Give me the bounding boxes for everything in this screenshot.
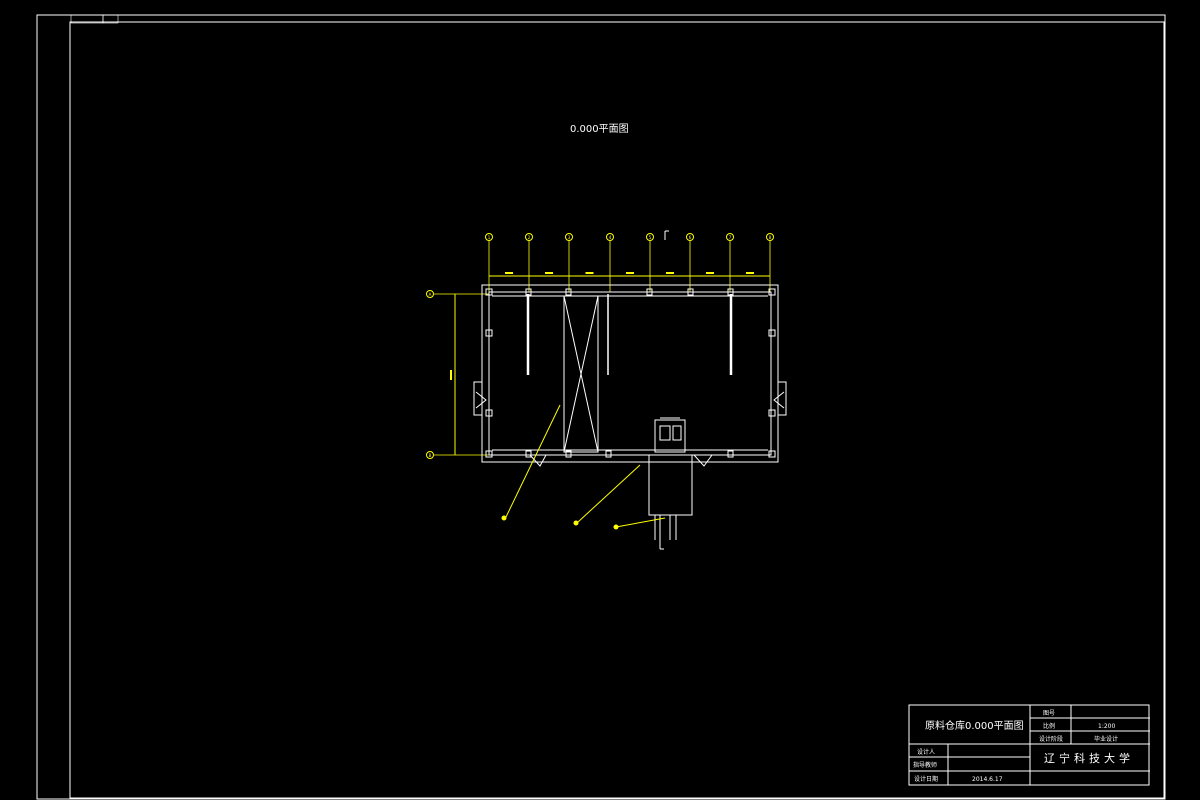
axis-bubble-6: 6 [686, 233, 694, 292]
tb-advisor-label: 指导教师 [913, 761, 937, 769]
tb-drawing-no-label: 图号 [1043, 710, 1055, 717]
axis-bubble-8: 8 [766, 233, 774, 292]
axis-bubble-5: 5 [646, 233, 654, 292]
dimension-text-mark [706, 272, 714, 274]
title-block-text: 原料仓库0.000平面图 图号 比例 1:200 设计阶段 毕业设计 设计人 指… [913, 710, 1134, 783]
row-axis-bubble-2: B [426, 451, 489, 459]
tb-scale-label: 比例 [1043, 722, 1055, 730]
tb-stage: 毕业设计 [1094, 735, 1118, 743]
dimension-text-mark [545, 272, 553, 274]
dimension-text-mark [746, 272, 754, 274]
row-axis-bubble-1: A [426, 290, 489, 298]
axis-bubble-1: 1 [485, 233, 493, 292]
tb-drawing-name: 原料仓库0.000平面图 [925, 719, 1024, 732]
tb-scale: 1:200 [1098, 723, 1115, 730]
axis-label-7: 7 [729, 235, 732, 240]
tb-date: 2014.6.17 [972, 776, 1003, 783]
tb-school: 辽宁科技大学 [1044, 751, 1134, 765]
tb-stage-label: 设计阶段 [1039, 735, 1063, 743]
grid-axes: 1 2 3 4 5 6 7 8 A B [426, 233, 774, 459]
tb-designer-label: 设计人 [917, 748, 935, 756]
tb-date-label: 设计日期 [914, 775, 938, 783]
axis-bubble-2: 2 [525, 233, 533, 292]
dimension-text-mark [505, 272, 513, 274]
axis-label-1: 1 [488, 235, 491, 240]
axis-bubble-3: 3 [565, 233, 573, 292]
dimension-text-mark [626, 272, 634, 274]
axis-label-5: 5 [649, 235, 652, 240]
axis-label-4: 4 [609, 235, 612, 240]
axis-bubble-7: 7 [726, 233, 734, 292]
drawing-title: 0.000平面图 [570, 123, 629, 135]
axis-label-8: 8 [769, 235, 772, 240]
axis-bubble-4: 4 [606, 233, 614, 292]
dimension-text-mark [585, 272, 594, 274]
axis-label-6: 6 [689, 235, 692, 240]
row-axis-label-2: B [429, 453, 432, 458]
interior [485, 288, 776, 540]
section-mark-top [664, 230, 669, 240]
leader-lines [501, 404, 666, 530]
axis-label-2: 2 [528, 235, 531, 240]
dimension-text-mark [666, 272, 674, 274]
row-axis-label-1: A [429, 292, 432, 297]
inner-border [69, 21, 1165, 799]
drawing-canvas: 0.000平面图 1 2 3 4 5 6 7 8 A B 原料仓库0.000平面图 … [36, 14, 1166, 800]
axis-label-3: 3 [568, 235, 571, 240]
section-mark-bottom [659, 540, 664, 550]
row-dimension-mark [450, 370, 452, 380]
title-block [908, 704, 1150, 786]
building-walls [473, 284, 787, 463]
